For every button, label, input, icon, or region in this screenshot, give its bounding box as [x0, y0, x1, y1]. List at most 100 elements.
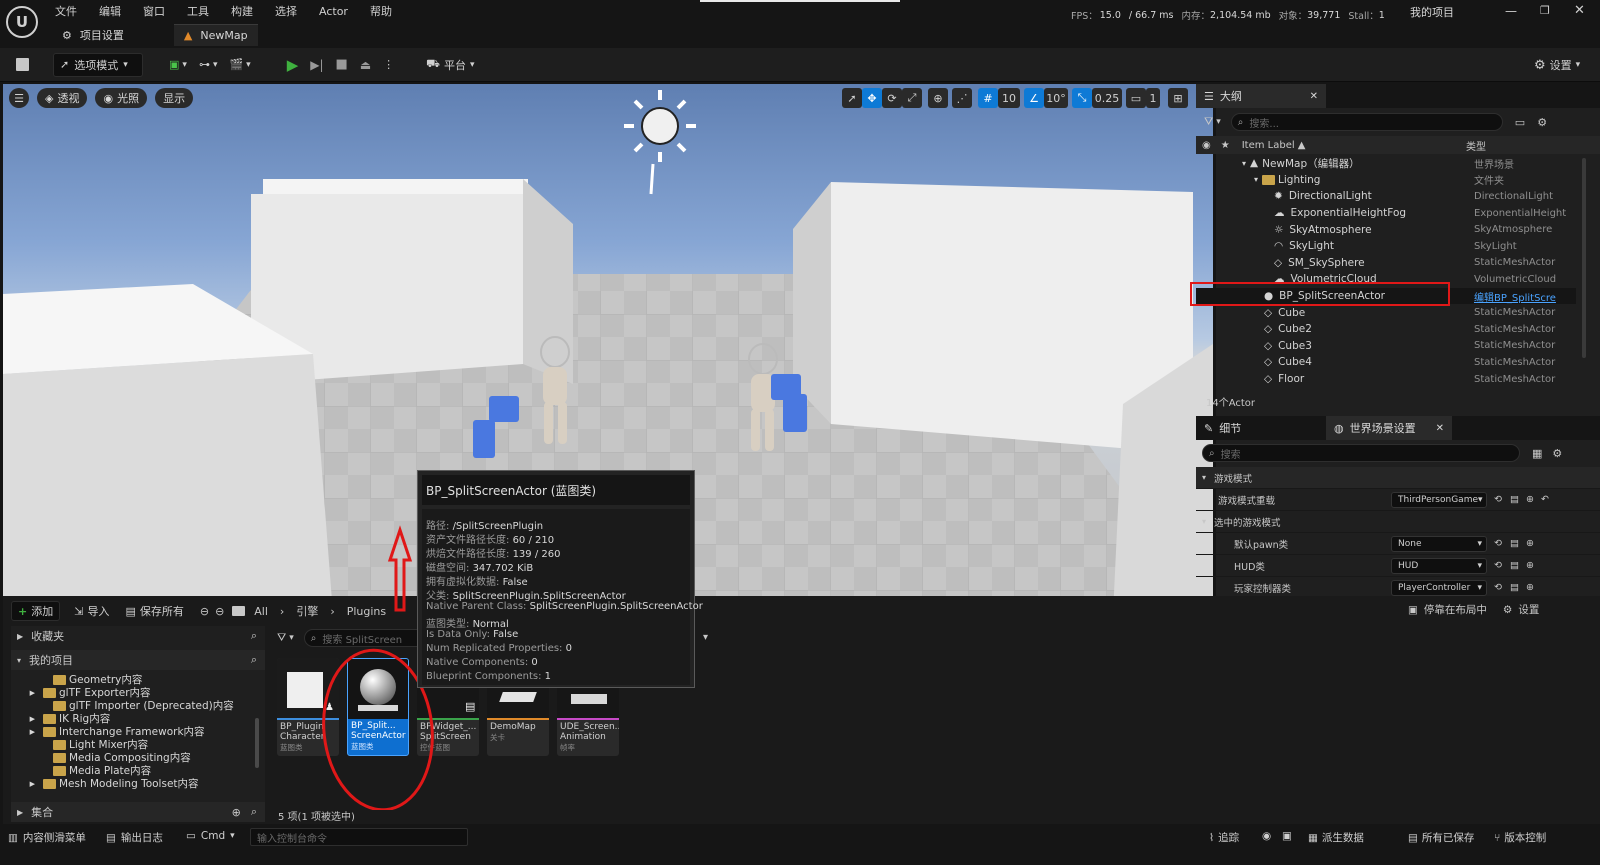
add-icon[interactable]: ⊕ — [1526, 560, 1534, 571]
tree-row[interactable]: ☁ ExponentialHeightFog ExponentialHeight — [1196, 205, 1576, 222]
save-icon[interactable] — [10, 53, 35, 77]
tree-row[interactable]: ◇ Cube4 StaticMeshActor — [1196, 354, 1576, 371]
scale-tool-icon[interactable]: ⤢ — [902, 88, 922, 108]
close-icon[interactable]: ✕ — [1436, 423, 1444, 434]
outliner-scrollbar[interactable] — [1582, 158, 1586, 358]
blueprints-button[interactable]: ⊶ ▾ — [193, 53, 224, 77]
tab-outliner[interactable]: ☰ 大纲 ✕ — [1196, 84, 1326, 108]
play-button[interactable]: ▶ — [281, 53, 305, 77]
details-search-input[interactable]: ⌕ 搜索 — [1202, 444, 1520, 462]
eye-icon[interactable]: ◉ — [1202, 140, 1211, 151]
record-icon[interactable]: ◉ — [1262, 830, 1271, 842]
tree-folder[interactable]: glTF Importer (Deprecated)内容 — [11, 699, 265, 712]
filter-icon[interactable]: ⛛ — [277, 631, 286, 645]
save-all-button[interactable]: ▤ 保存所有 — [119, 599, 189, 623]
tree-row[interactable]: ◠ SkyLight SkyLight — [1196, 238, 1576, 255]
search-icon[interactable]: ⌕ — [251, 653, 257, 667]
breadcrumb-all[interactable]: All — [254, 605, 268, 618]
add-collection-icon[interactable]: ⊕ — [232, 806, 241, 819]
platforms-button[interactable]: ⛟ 平台 ▾ — [420, 53, 480, 77]
grid-snap-value[interactable]: 10 — [998, 88, 1020, 108]
dock-in-layout-button[interactable]: ▣ 停靠在布局中 ⚙ 设置 — [1408, 602, 1539, 617]
tree-row[interactable]: ▾ Lighting 文件夹 — [1196, 172, 1576, 189]
tree-folder[interactable]: ▶ Mesh Modeling Toolset内容 — [11, 777, 265, 790]
reset-icon[interactable]: ↶ — [1541, 494, 1549, 505]
table-view-icon[interactable]: ▦ — [1532, 447, 1542, 460]
advance-frame-button[interactable]: ▶| — [304, 53, 329, 77]
unreal-logo-icon[interactable]: U — [6, 6, 38, 38]
play-options-icon[interactable]: ⋮ — [377, 53, 400, 77]
browse-icon[interactable]: ⟲ — [1494, 538, 1502, 549]
add-icon[interactable]: ⊕ — [1526, 582, 1534, 593]
add-button[interactable]: + 添加 — [11, 601, 61, 621]
eject-button[interactable]: ⏏ — [354, 53, 377, 77]
trace-button[interactable]: ⌇ 追踪 — [1209, 830, 1239, 845]
tree-row[interactable]: ◇ Cube3 StaticMeshActor — [1196, 338, 1576, 355]
rotate-tool-icon[interactable]: ⟳ — [882, 88, 902, 108]
tree-scrollbar[interactable] — [255, 718, 259, 768]
settings-button[interactable]: ⚙ 设置 ▾ — [1528, 53, 1586, 77]
camera-speed-icon[interactable]: ▭ — [1126, 88, 1146, 108]
folder-browse-icon[interactable]: ▤ — [1510, 494, 1519, 505]
perspective-button[interactable]: ◈ 透视 — [37, 88, 88, 108]
gear-icon[interactable]: ⚙ — [1503, 604, 1512, 616]
stop-button[interactable]: ■ — [330, 53, 354, 77]
tree-row[interactable]: ◇ Cube StaticMeshActor — [1196, 304, 1576, 321]
add-icon[interactable]: ⊕ — [1526, 538, 1534, 549]
pawn-class-combo[interactable]: None ▾ — [1391, 535, 1487, 552]
menu-edit[interactable]: 编辑 — [99, 3, 121, 19]
mode-select-button[interactable]: ➚ 选项模式 ▾ — [53, 52, 143, 77]
filter-icon[interactable]: ⛛ — [1204, 115, 1213, 129]
tree-row[interactable]: ◇ Floor StaticMeshActor — [1196, 371, 1576, 388]
search-dropdown-chevron-icon[interactable]: ▾ — [703, 632, 708, 643]
tab-newmap[interactable]: ▲ NewMap — [173, 24, 258, 46]
tab-project-settings[interactable]: ⚙ 项目设置 — [52, 24, 134, 46]
folder-browse-icon[interactable]: ▤ — [1510, 538, 1519, 549]
menu-window[interactable]: 窗口 — [143, 3, 165, 19]
viewport-menu-icon[interactable]: ☰ — [9, 88, 29, 108]
scale-snap-icon[interactable]: ⤡ — [1072, 88, 1092, 108]
folder-browse-icon[interactable]: ▤ — [1510, 560, 1519, 571]
lighting-button[interactable]: ◉ 光照 — [95, 88, 148, 108]
camera-speed-value[interactable]: 1 — [1146, 88, 1160, 108]
select-tool-icon[interactable]: ➚ — [842, 88, 862, 108]
section-selected-game-mode[interactable]: ▾ 选中的游戏模式 — [1196, 511, 1600, 533]
browse-icon[interactable]: ⟲ — [1494, 582, 1502, 593]
gear-icon[interactable]: ⚙ — [1552, 447, 1562, 460]
tree-row[interactable]: ◇ Cube2 StaticMeshActor — [1196, 321, 1576, 338]
save-status-button[interactable]: ▤ 所有已保存 — [1408, 830, 1474, 845]
search-icon[interactable]: ⌕ — [251, 805, 257, 819]
gamemode-override-combo[interactable]: ThirdPersonGame ▾ — [1391, 491, 1487, 508]
cmd-button[interactable]: ▭ Cmd ▾ — [186, 830, 235, 842]
tree-row[interactable]: ◇ SM_SkySphere StaticMeshActor — [1196, 255, 1576, 272]
column-item-label[interactable]: Item Label ▲ — [1242, 140, 1306, 151]
grid-snap-icon[interactable]: # — [978, 88, 998, 108]
back-icon[interactable]: ⊖ — [200, 605, 209, 618]
translate-tool-icon[interactable]: ✥ — [862, 88, 882, 108]
column-type[interactable]: 类型 — [1466, 138, 1486, 153]
favorites-header[interactable]: ▶ 收藏夹 ⌕ — [11, 626, 265, 646]
browse-icon[interactable]: ⟲ — [1494, 560, 1502, 571]
tree-row[interactable]: ☼ SkyAtmosphere SkyAtmosphere — [1196, 221, 1576, 238]
collections-header[interactable]: ▶ 集合 ⊕ ⌕ — [11, 802, 265, 822]
scale-snap-value[interactable]: 0.25 — [1092, 88, 1122, 108]
close-icon[interactable]: ✕ — [1574, 3, 1585, 18]
add-folder-icon[interactable]: ▭ — [1515, 116, 1525, 129]
world-space-icon[interactable]: ⊕ — [928, 88, 948, 108]
content-drawer-button[interactable]: ▥ 内容侧滑菜单 — [8, 830, 86, 845]
show-button[interactable]: 显示 — [155, 88, 194, 108]
folder-browse-icon[interactable]: ▤ — [1510, 582, 1519, 593]
outliner-search-input[interactable]: ⌕ 搜索... — [1230, 113, 1503, 131]
tab-details[interactable]: ✎ 细节 — [1196, 416, 1324, 440]
player-controller-combo[interactable]: PlayerController ▾ — [1391, 579, 1487, 596]
section-game-mode[interactable]: ▾ 游戏模式 — [1196, 467, 1600, 489]
menu-actor[interactable]: Actor — [319, 5, 348, 18]
console-input[interactable]: 输入控制台命令 — [250, 828, 468, 846]
tree-row[interactable]: ✹ DirectionalLight DirectionalLight — [1196, 188, 1576, 205]
add-icon[interactable]: ⊕ — [1526, 494, 1534, 505]
menu-select[interactable]: 选择 — [275, 3, 297, 19]
settings-label[interactable]: 设置 — [1518, 602, 1539, 617]
edit-blueprint-link[interactable]: 编辑BP_SplitScre — [1474, 289, 1556, 304]
project-header[interactable]: ▾ 我的项目 ⌕ — [11, 650, 265, 670]
close-icon[interactable]: ✕ — [1310, 91, 1318, 102]
